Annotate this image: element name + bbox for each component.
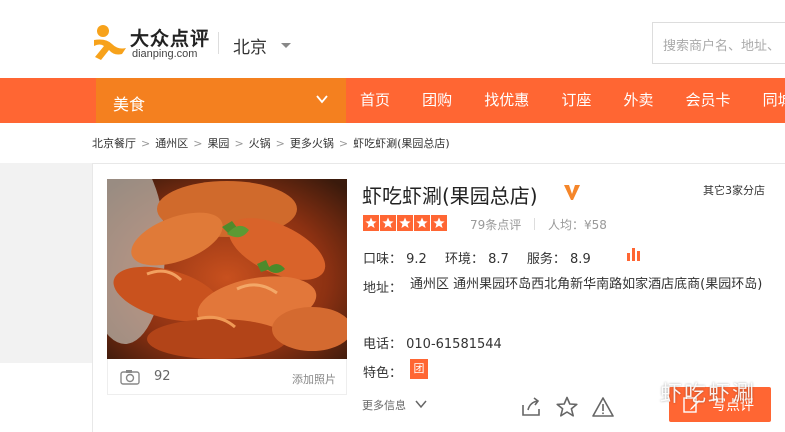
page-gutter xyxy=(0,163,92,363)
star-rating xyxy=(363,215,448,231)
share-icon[interactable] xyxy=(520,396,542,418)
other-branches-link[interactable]: 其它3家分店 xyxy=(703,182,765,198)
phone-number: 电话： 010-61581544 xyxy=(363,337,502,352)
header-divider xyxy=(218,32,219,54)
nav-items: 首页 团购 找优惠 订座 外卖 会员卡 同城 xyxy=(360,78,785,123)
star-icon xyxy=(397,215,413,231)
address-text[interactable]: 通州区 通州果园环岛西北角新华南路如家酒店底商(果园环岛) xyxy=(410,273,780,297)
star-icon xyxy=(431,215,447,231)
features-label: 特色： xyxy=(363,366,403,381)
address-label: 地址： xyxy=(363,281,403,296)
shrimp-dish-image xyxy=(107,179,347,359)
logo-text-cn: 大众点评 xyxy=(130,28,211,50)
shop-photo[interactable] xyxy=(107,179,347,359)
breadcrumb-separator: > xyxy=(275,137,285,150)
breadcrumb: 北京餐厅 > 通州区 > 果园 > 火锅 > 更多火锅 > 虾吃虾涮(果园总店) xyxy=(92,135,450,151)
chevron-down-icon[interactable] xyxy=(415,399,427,409)
site-header: 大众点评 dianping.com 北京 搜索商户名、地址、 xyxy=(0,0,785,78)
logo-text-en: dianping.com xyxy=(132,48,198,60)
breadcrumb-item[interactable]: 通州区 xyxy=(155,137,188,150)
nav-item-delivery[interactable]: 外卖 xyxy=(623,78,653,123)
add-photo-link[interactable]: 添加照片 xyxy=(292,371,336,387)
breadcrumb-item[interactable]: 更多火锅 xyxy=(290,137,334,150)
main-nav: 美食 首页 团购 找优惠 订座 外卖 会员卡 同城 xyxy=(0,78,785,123)
breadcrumb-separator: > xyxy=(338,137,349,150)
report-warning-icon[interactable] xyxy=(592,396,614,418)
review-count-link[interactable]: 79条点评 xyxy=(470,216,521,233)
groupbuy-badge[interactable]: 团 xyxy=(410,359,428,379)
score-taste: 口味： 9.2 xyxy=(363,252,427,267)
category-dropdown[interactable]: 美食 xyxy=(96,78,346,123)
star-icon xyxy=(414,215,430,231)
nav-item-membership[interactable]: 会员卡 xyxy=(686,78,731,123)
score-chart-icon[interactable] xyxy=(626,246,642,262)
search-input[interactable]: 搜索商户名、地址、 xyxy=(652,22,785,64)
caret-down-icon[interactable] xyxy=(281,43,291,48)
star-favorite-icon[interactable] xyxy=(556,396,578,418)
shop-title: 虾吃虾涮(果园总店) xyxy=(362,184,538,208)
score-service: 服务： 8.9 xyxy=(526,252,591,267)
star-icon xyxy=(363,215,379,231)
city-selector[interactable]: 北京 xyxy=(233,33,267,58)
breadcrumb-separator: > xyxy=(234,137,244,150)
category-label: 美食 xyxy=(113,95,146,114)
verified-v-icon xyxy=(564,185,580,200)
nav-item-deals[interactable]: 找优惠 xyxy=(484,78,529,123)
breadcrumb-item[interactable]: 北京餐厅 xyxy=(92,137,136,150)
breadcrumb-separator: > xyxy=(193,137,203,150)
nav-item-local[interactable]: 同城 xyxy=(763,78,785,123)
star-icon xyxy=(380,215,396,231)
more-info-toggle[interactable]: 更多信息 xyxy=(362,397,406,413)
breadcrumb-current: 虾吃虾涮(果园总店) xyxy=(353,137,450,150)
breadcrumb-separator: > xyxy=(141,137,151,150)
chevron-down-icon xyxy=(316,95,328,104)
breadcrumb-item[interactable]: 果园 xyxy=(207,137,229,150)
meta-divider xyxy=(534,218,535,230)
nav-item-home[interactable]: 首页 xyxy=(360,78,390,123)
watermark-text: 虾吃虾涮 xyxy=(660,382,757,407)
sub-scores: 口味： 9.2 环境： 8.7 服务： 8.9 xyxy=(363,248,605,267)
dianping-logo[interactable]: 大众点评 dianping.com xyxy=(92,22,222,66)
wechat-watermark-icon xyxy=(614,383,648,409)
camera-icon xyxy=(120,370,140,385)
photo-count[interactable]: 92 xyxy=(154,369,171,384)
score-environment: 环境： 8.7 xyxy=(444,252,509,267)
per-capita-price: 人均：¥58 xyxy=(548,218,607,232)
photo-footer: 92 添加照片 xyxy=(107,359,347,395)
nav-item-reserve[interactable]: 订座 xyxy=(561,78,591,123)
nav-item-groupbuy[interactable]: 团购 xyxy=(422,78,452,123)
logo-mark-icon xyxy=(94,25,126,60)
breadcrumb-item[interactable]: 火锅 xyxy=(249,137,271,150)
